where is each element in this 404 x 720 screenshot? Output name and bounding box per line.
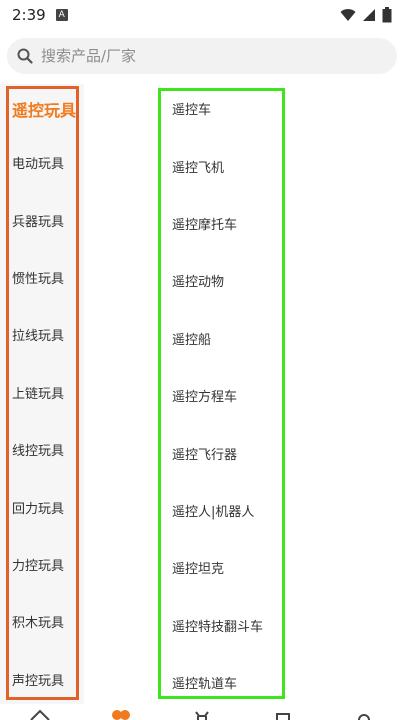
subcategory-item[interactable]: 遥控动物 xyxy=(158,252,398,309)
category-label: 遥控玩具 xyxy=(12,101,77,120)
status-time: 2:39 xyxy=(12,6,46,24)
cart-icon[interactable] xyxy=(189,704,215,720)
subcategory-list: 遥控车 遥控飞机 遥控摩托车 遥控动物 遥控船 遥控方程车 遥控飞行器 遥控人|… xyxy=(158,80,398,711)
category-label: 上链玩具 xyxy=(12,386,65,402)
category-item[interactable]: 积木玩具 xyxy=(0,593,84,650)
category-label: 力控玩具 xyxy=(12,558,65,574)
category-item[interactable]: 惯性玩具 xyxy=(0,249,84,306)
subcategory-item[interactable]: 遥控轨道车 xyxy=(158,654,398,711)
category-label: 电动玩具 xyxy=(12,157,65,173)
category-item[interactable]: 声控玩具 xyxy=(0,651,84,708)
category-item[interactable]: 拉线玩具 xyxy=(0,306,84,363)
subcategory-label: 遥控船 xyxy=(172,332,212,348)
bottom-nav xyxy=(0,704,404,720)
category-item[interactable]: 线控玩具 xyxy=(0,421,84,478)
search-input[interactable] xyxy=(41,47,361,65)
category-label: 兵器玩具 xyxy=(12,214,65,230)
battery-icon xyxy=(382,7,392,23)
signal-icon xyxy=(363,9,375,21)
subcategory-label: 遥控车 xyxy=(172,103,212,119)
subcategory-item[interactable]: 遥控坦克 xyxy=(158,539,398,596)
profile-icon[interactable] xyxy=(351,704,377,720)
subcategory-item[interactable]: 遥控特技翻斗车 xyxy=(158,597,398,654)
subcategory-label: 遥控轨道车 xyxy=(172,677,238,693)
search-icon xyxy=(17,48,33,64)
category-label: 回力玩具 xyxy=(12,501,65,517)
subcategory-label: 遥控特技翻斗车 xyxy=(172,619,264,635)
wifi-icon xyxy=(340,9,356,21)
category-list: 遥控玩具 电动玩具 兵器玩具 惯性玩具 拉线玩具 上链玩具 线控玩具 回力玩具 … xyxy=(0,84,84,708)
category-label: 拉线玩具 xyxy=(12,329,65,345)
category-item[interactable]: 电动玩具 xyxy=(0,134,84,191)
subcategory-label: 遥控动物 xyxy=(172,275,225,291)
message-icon[interactable] xyxy=(270,704,296,720)
category-item[interactable]: 兵器玩具 xyxy=(0,191,84,248)
category-label: 积木玩具 xyxy=(12,616,65,632)
subcategory-label: 遥控坦克 xyxy=(172,562,225,578)
subcategory-label: 遥控飞行器 xyxy=(172,447,238,463)
subcategory-item[interactable]: 遥控车 xyxy=(158,80,398,137)
home-icon[interactable] xyxy=(27,704,53,720)
notification-icon: A xyxy=(55,9,68,21)
category-item[interactable]: 上链玩具 xyxy=(0,364,84,421)
subcategory-item[interactable]: 遥控摩托车 xyxy=(158,195,398,252)
category-label: 线控玩具 xyxy=(12,444,65,460)
status-left: 2:39 A xyxy=(12,6,68,24)
category-item[interactable]: 回力玩具 xyxy=(0,478,84,535)
category-item[interactable]: 力控玩具 xyxy=(0,536,84,593)
subcategory-label: 遥控飞机 xyxy=(172,160,225,176)
app-screen: 2:39 A 遥控玩具 电动玩具 兵器玩具 惯性玩具 拉线 xyxy=(0,0,404,720)
subcategory-item[interactable]: 遥控飞行器 xyxy=(158,424,398,481)
category-label: 惯性玩具 xyxy=(12,271,65,287)
subcategory-item[interactable]: 遥控人|机器人 xyxy=(158,482,398,539)
status-right xyxy=(340,7,392,23)
category-label: 声控玩具 xyxy=(12,673,65,689)
subcategory-label: 遥控摩托车 xyxy=(172,217,238,233)
subcategory-item[interactable]: 遥控飞机 xyxy=(158,137,398,194)
subcategory-label: 遥控方程车 xyxy=(172,390,238,406)
search-box[interactable] xyxy=(7,38,397,74)
subcategory-item[interactable]: 遥控方程车 xyxy=(158,367,398,424)
subcategory-label: 遥控人|机器人 xyxy=(172,504,255,520)
status-bar: 2:39 A xyxy=(0,0,404,30)
subcategory-item[interactable]: 遥控船 xyxy=(158,310,398,367)
category-icon[interactable] xyxy=(108,704,134,720)
category-item-active[interactable]: 遥控玩具 xyxy=(0,84,84,134)
